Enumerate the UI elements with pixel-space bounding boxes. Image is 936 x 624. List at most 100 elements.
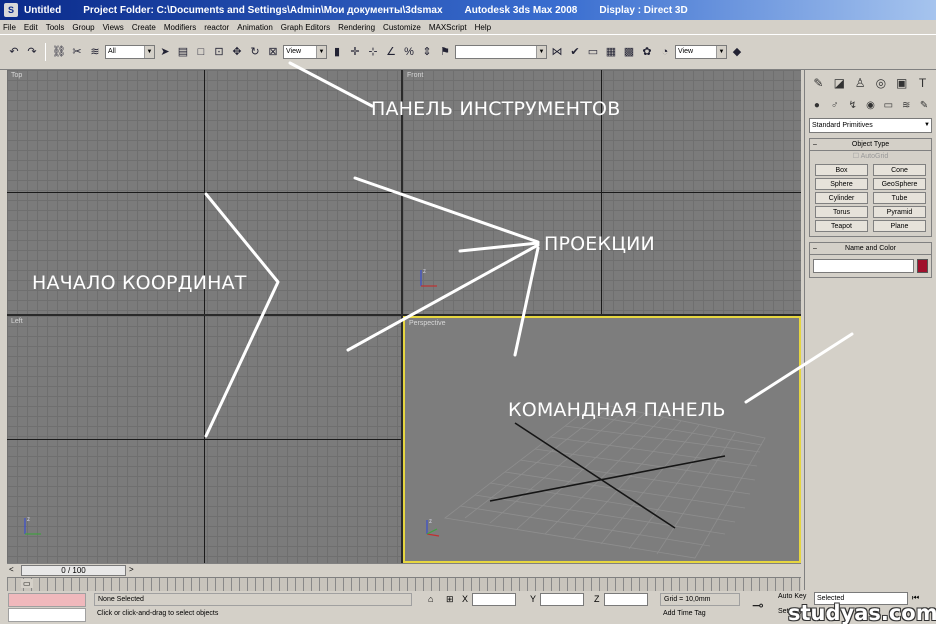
teapot-button[interactable]: Teapot bbox=[815, 220, 868, 232]
add-time-tag[interactable]: Add Time Tag bbox=[660, 608, 740, 621]
time-slider[interactable]: < 0 / 100 > bbox=[7, 563, 801, 577]
menu-animation[interactable]: Animation bbox=[237, 23, 273, 32]
spacewarps-icon[interactable]: ≋ bbox=[898, 98, 914, 114]
menu-graph-editors[interactable]: Graph Editors bbox=[281, 23, 330, 32]
tube-button[interactable]: Tube bbox=[873, 192, 926, 204]
geosphere-button[interactable]: GeoSphere bbox=[873, 178, 926, 190]
select-icon[interactable]: ➤ bbox=[157, 44, 173, 60]
move-icon[interactable]: ✥ bbox=[229, 44, 245, 60]
menu-edit[interactable]: Edit bbox=[24, 23, 38, 32]
hierarchy-icon[interactable]: ♙ bbox=[851, 73, 870, 93]
mirror-icon[interactable]: ⋈ bbox=[549, 44, 565, 60]
rotate-icon[interactable]: ↻ bbox=[247, 44, 263, 60]
named-selection-dropdown[interactable]: ▼ bbox=[455, 45, 547, 59]
cone-button[interactable]: Cone bbox=[873, 164, 926, 176]
annotation-command-panel: КОМАНДНАЯ ПАНЕЛЬ bbox=[508, 399, 726, 421]
z-coordinate-field[interactable] bbox=[604, 593, 648, 606]
sphere-button[interactable]: Sphere bbox=[815, 178, 868, 190]
angle-snap-icon[interactable]: ∠ bbox=[383, 44, 399, 60]
rect-region-icon[interactable]: □ bbox=[193, 44, 209, 60]
menu-modifiers[interactable]: Modifiers bbox=[164, 23, 196, 32]
redo-icon[interactable]: ↷ bbox=[24, 44, 40, 60]
lock-selection-icon[interactable]: ⌂ bbox=[428, 594, 433, 604]
geometry-icon[interactable]: ● bbox=[809, 98, 825, 114]
motion-icon[interactable]: ◎ bbox=[871, 73, 890, 93]
link-icon[interactable]: ⛓ bbox=[51, 44, 67, 60]
grid-axis-line bbox=[204, 316, 205, 563]
menu-tools[interactable]: Tools bbox=[46, 23, 65, 32]
display-icon[interactable]: ▣ bbox=[892, 73, 911, 93]
modify-icon[interactable]: ◪ bbox=[830, 73, 849, 93]
lights-icon[interactable]: ↯ bbox=[845, 98, 861, 114]
menu-group[interactable]: Group bbox=[72, 23, 94, 32]
select-by-name-icon[interactable]: ▤ bbox=[175, 44, 191, 60]
object-color-swatch[interactable] bbox=[917, 259, 928, 273]
auto-key-button[interactable]: Auto Key bbox=[778, 593, 806, 600]
snap-icon[interactable]: ⊹ bbox=[365, 44, 381, 60]
menu-reactor[interactable]: reactor bbox=[204, 23, 229, 32]
cameras-icon[interactable]: ◉ bbox=[863, 98, 879, 114]
maxscript-output-field[interactable] bbox=[8, 608, 86, 622]
object-name-field[interactable] bbox=[813, 259, 914, 273]
selection-filter-dropdown[interactable]: All ▼ bbox=[105, 45, 155, 59]
time-prev-button[interactable]: < bbox=[9, 565, 14, 574]
chevron-down-icon: ▼ bbox=[924, 122, 930, 128]
menu-help[interactable]: Help bbox=[475, 23, 491, 32]
time-slider-thumb[interactable]: 0 / 100 bbox=[21, 565, 126, 576]
bind-spacewarp-icon[interactable]: ≋ bbox=[87, 44, 103, 60]
manipulate-icon[interactable]: ✛ bbox=[347, 44, 363, 60]
quick-render-icon[interactable]: ◆ bbox=[729, 44, 745, 60]
undo-icon[interactable]: ↶ bbox=[6, 44, 22, 60]
key-icon[interactable]: ⊸ bbox=[752, 597, 764, 614]
pivot-center-icon[interactable]: ▮ bbox=[329, 44, 345, 60]
utilities-icon[interactable]: T bbox=[913, 73, 932, 93]
x-coordinate-field[interactable] bbox=[472, 593, 516, 606]
viewport-left[interactable]: Left z bbox=[7, 316, 401, 563]
systems-icon[interactable]: ✎ bbox=[916, 98, 932, 114]
plane-button[interactable]: Plane bbox=[873, 220, 926, 232]
edit-named-selection-icon[interactable]: ⚑ bbox=[437, 44, 453, 60]
percent-snap-icon[interactable]: % bbox=[401, 44, 417, 60]
shapes-icon[interactable]: ♂ bbox=[827, 98, 843, 114]
name-color-header[interactable]: – Name and Color bbox=[810, 243, 931, 255]
pyramid-button[interactable]: Pyramid bbox=[873, 206, 926, 218]
render-setup-icon[interactable]: ◔ bbox=[657, 44, 673, 60]
menu-create[interactable]: Create bbox=[132, 23, 156, 32]
scale-icon[interactable]: ⊠ bbox=[265, 44, 281, 60]
menu-rendering[interactable]: Rendering bbox=[338, 23, 375, 32]
cylinder-button[interactable]: Cylinder bbox=[815, 192, 868, 204]
menu-customize[interactable]: Customize bbox=[383, 23, 421, 32]
primitive-category-dropdown[interactable]: Standard Primitives ▼ bbox=[809, 118, 932, 133]
app-icon[interactable]: S bbox=[4, 3, 18, 17]
schematic-view-icon[interactable]: ▩ bbox=[621, 44, 637, 60]
curve-editor-mini-icon[interactable]: ▭ bbox=[21, 579, 33, 588]
maxscript-listener-field[interactable] bbox=[8, 593, 86, 607]
ref-coord-dropdown[interactable]: View ▼ bbox=[283, 45, 327, 59]
unlink-icon[interactable]: ✂ bbox=[69, 44, 85, 60]
torus-button[interactable]: Torus bbox=[815, 206, 868, 218]
viewport-label-top[interactable]: Top bbox=[11, 72, 22, 79]
viewport-label-front[interactable]: Front bbox=[407, 72, 423, 79]
window-crossing-icon[interactable]: ⊡ bbox=[211, 44, 227, 60]
viewport-label-left[interactable]: Left bbox=[11, 318, 23, 325]
y-coordinate-field[interactable] bbox=[540, 593, 584, 606]
render-type-dropdown[interactable]: View ▼ bbox=[675, 45, 727, 59]
time-next-button[interactable]: > bbox=[129, 565, 134, 574]
object-type-header[interactable]: – Object Type bbox=[810, 139, 931, 151]
box-button[interactable]: Box bbox=[815, 164, 868, 176]
autogrid-checkbox[interactable]: ☐ AutoGrid bbox=[810, 151, 931, 162]
track-bar[interactable]: ▭ bbox=[7, 577, 801, 591]
create-icon[interactable]: ✎ bbox=[809, 73, 828, 93]
viewport-perspective[interactable]: Perspective z bbox=[403, 316, 801, 563]
align-icon[interactable]: ✔ bbox=[567, 44, 583, 60]
spinner-snap-icon[interactable]: ⇕ bbox=[419, 44, 435, 60]
menu-file[interactable]: File bbox=[3, 23, 16, 32]
helpers-icon[interactable]: ▭ bbox=[880, 98, 896, 114]
material-editor-icon[interactable]: ✿ bbox=[639, 44, 655, 60]
menu-views[interactable]: Views bbox=[103, 23, 124, 32]
curve-editor-icon[interactable]: ▦ bbox=[603, 44, 619, 60]
layer-manager-icon[interactable]: ▭ bbox=[585, 44, 601, 60]
absolute-mode-icon[interactable]: ⊞ bbox=[446, 594, 454, 605]
menu-maxscript[interactable]: MAXScript bbox=[429, 23, 467, 32]
selection-status: None Selected bbox=[94, 593, 412, 606]
